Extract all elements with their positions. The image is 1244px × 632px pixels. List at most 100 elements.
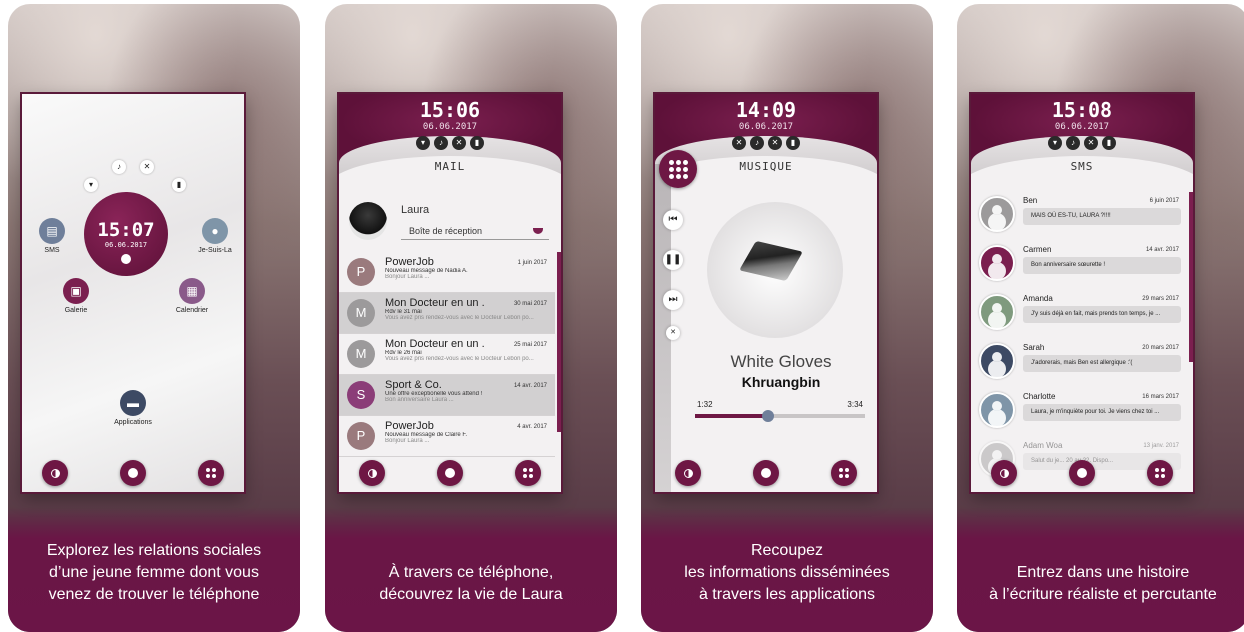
app-galerie-label: Galerie bbox=[64, 307, 88, 314]
battery-icon[interactable]: ▮ bbox=[1102, 136, 1116, 150]
list-item[interactable]: P PowerJob 1 juin 2017 Nouveau message d… bbox=[339, 252, 555, 293]
app-title: SMS bbox=[1070, 160, 1094, 173]
volume-icon[interactable]: ♪ bbox=[1066, 136, 1080, 150]
list-item[interactable]: M Mon Docteur en un ... 30 mai 2017 Rdv … bbox=[339, 293, 555, 334]
home-button[interactable] bbox=[120, 460, 146, 486]
apps-button[interactable] bbox=[1147, 460, 1173, 486]
avatar bbox=[979, 294, 1015, 330]
song-title: White Gloves bbox=[730, 352, 832, 371]
status-icons: ▾ ♪ ✕ ▮ bbox=[971, 136, 1193, 150]
no-sim-icon[interactable]: ✕ bbox=[452, 136, 466, 150]
apps-grid-icon bbox=[523, 468, 533, 478]
next-button[interactable]: ⏭ bbox=[663, 290, 683, 310]
wifi-icon[interactable]: ▾ bbox=[416, 136, 430, 150]
scrollbar[interactable] bbox=[1189, 192, 1193, 362]
status-date: 06.06.2017 bbox=[422, 122, 478, 132]
home-button[interactable] bbox=[753, 460, 779, 486]
mail-preview: Bonjour Laura ... bbox=[385, 274, 430, 280]
mail-preview: Vous avez pris rendez-vous avec le Docte… bbox=[385, 356, 534, 362]
status-time: 15:06 bbox=[419, 98, 481, 122]
no-sim-icon[interactable]: ✕ bbox=[140, 160, 154, 174]
volume-icon[interactable]: ♪ bbox=[750, 136, 764, 150]
progress-fill bbox=[695, 414, 769, 418]
list-item[interactable]: Carmen 14 avr. 2017 Bon anniversaire sœu… bbox=[971, 241, 1187, 290]
back-button[interactable] bbox=[675, 460, 701, 486]
home-button[interactable] bbox=[437, 460, 463, 486]
folder-select[interactable]: Boîte de réception bbox=[401, 222, 549, 240]
list-item[interactable]: S Sport & Co. 14 avr. 2017 Une offre exc… bbox=[339, 375, 555, 416]
avatar bbox=[979, 343, 1015, 379]
app-jesuisla[interactable]: ● Je-Suis-La bbox=[190, 218, 240, 254]
volume-icon[interactable]: ♪ bbox=[434, 136, 448, 150]
clock-date: 06.06.2017 bbox=[104, 241, 148, 249]
list-item[interactable]: Amanda 29 mars 2017 J'y suis déjà en fai… bbox=[971, 290, 1187, 339]
list-item[interactable]: P PowerJob 4 avr. 2017 Nouveau message d… bbox=[339, 416, 555, 457]
list-item[interactable]: Sarah 20 mars 2017 J'adorerais, mais Ben… bbox=[971, 339, 1187, 388]
back-button[interactable] bbox=[359, 460, 385, 486]
pause-button[interactable]: ❚❚ bbox=[663, 250, 683, 270]
volume-icon[interactable]: ♪ bbox=[112, 160, 126, 174]
contact-name: Adam Woa bbox=[1023, 441, 1063, 450]
grid-icon bbox=[668, 159, 688, 179]
apps-button[interactable] bbox=[515, 460, 541, 486]
wifi-icon[interactable]: ▾ bbox=[84, 178, 98, 192]
apps-button[interactable] bbox=[198, 460, 224, 486]
avatar: M bbox=[347, 340, 375, 368]
chevron-down-icon bbox=[533, 228, 543, 234]
clock-widget[interactable]: 15:07 06.06.2017 bbox=[84, 192, 168, 276]
status-icons: ✕ ♪ ✕ ▮ bbox=[655, 136, 877, 150]
album-cover bbox=[707, 202, 843, 338]
caption-line: Explorez les relations sociales bbox=[46, 542, 262, 559]
app-galerie[interactable]: ▣ Galerie bbox=[51, 278, 101, 314]
caption-line: À travers ce téléphone, bbox=[388, 564, 554, 581]
avatar bbox=[979, 245, 1015, 281]
caption-line: Entrez dans une histoire bbox=[1016, 564, 1190, 581]
no-sim-icon[interactable]: ✕ bbox=[768, 136, 782, 150]
list-item[interactable]: Ben 6 juin 2017 MAIS OÙ ES-TU, LAURA ?!!… bbox=[971, 192, 1187, 241]
battery-icon[interactable]: ▮ bbox=[470, 136, 484, 150]
contact-name: Sarah bbox=[1023, 343, 1045, 352]
home-button[interactable] bbox=[1069, 460, 1095, 486]
previous-button[interactable]: ⏮ bbox=[663, 210, 683, 230]
apps-grid-icon bbox=[1155, 468, 1165, 478]
apps-grid-icon bbox=[839, 468, 849, 478]
calendar-icon: ▦ bbox=[179, 278, 205, 304]
bottom-nav bbox=[22, 460, 244, 486]
wifi-icon[interactable]: ▾ bbox=[1048, 136, 1062, 150]
no-sim-icon[interactable]: ✕ bbox=[1084, 136, 1098, 150]
mail-subject: PowerJob bbox=[385, 420, 434, 432]
app-applications[interactable]: ▬ Applications bbox=[108, 390, 158, 426]
status-date: 06.06.2017 bbox=[1054, 122, 1110, 132]
list-item[interactable]: Charlotte 16 mars 2017 Laura, je m'inqui… bbox=[971, 388, 1187, 437]
shuffle-button[interactable]: ✕ bbox=[666, 326, 680, 340]
caption-line: d’une jeune femme dont vous bbox=[49, 564, 259, 581]
back-button[interactable] bbox=[42, 460, 68, 486]
progress-slider[interactable] bbox=[695, 410, 865, 422]
status-time: 15:08 bbox=[1051, 98, 1113, 122]
no-wifi-icon[interactable]: ✕ bbox=[732, 136, 746, 150]
avatar bbox=[979, 196, 1015, 232]
list-item[interactable]: M Mon Docteur en un ... 25 mai 2017 Rdv … bbox=[339, 334, 555, 375]
playlist-button[interactable] bbox=[659, 150, 697, 188]
caption-line: les informations disséminées bbox=[684, 564, 890, 581]
apps-button[interactable] bbox=[831, 460, 857, 486]
back-button[interactable] bbox=[991, 460, 1017, 486]
app-sms-label: SMS bbox=[44, 247, 60, 254]
mail-subject: Sport & Co. bbox=[385, 379, 442, 391]
album-art-image bbox=[739, 240, 803, 282]
progress-handle[interactable] bbox=[762, 410, 775, 422]
back-icon bbox=[50, 468, 60, 478]
caption-line: découvrez la vie de Laura bbox=[379, 586, 563, 603]
panel-music: 14:09 06.06.2017 ✕ ♪ ✕ ▮ MUSIQUE ⏮ ❚❚ ⏭ … bbox=[641, 4, 933, 632]
message-date: 13 janv. 2017 bbox=[1143, 443, 1179, 449]
message-preview: Laura, je m'inquiète pour toi. Je viens … bbox=[1023, 404, 1181, 421]
caption-line: à travers les applications bbox=[698, 586, 876, 603]
app-sms[interactable]: ▤ SMS bbox=[27, 218, 77, 254]
elapsed-time: 1:32 bbox=[697, 400, 713, 409]
home-icon bbox=[1077, 468, 1087, 478]
scrollbar[interactable] bbox=[557, 252, 561, 432]
battery-icon[interactable]: ▮ bbox=[172, 178, 186, 192]
caption-line: venez de trouver le téléphone bbox=[48, 586, 260, 603]
battery-icon[interactable]: ▮ bbox=[786, 136, 800, 150]
app-calendrier[interactable]: ▦ Calendrier bbox=[167, 278, 217, 314]
